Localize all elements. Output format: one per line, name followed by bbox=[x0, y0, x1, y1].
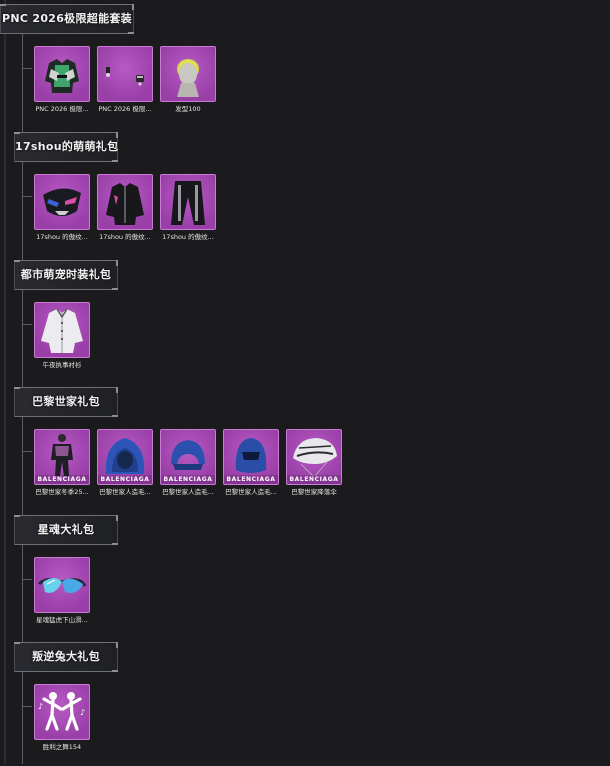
branch-connector bbox=[22, 579, 32, 580]
section-star-soul: 星魂大礼包 星魂猛虎下山滑... bbox=[0, 511, 610, 639]
section-title: 叛逆兔大礼包 bbox=[32, 650, 100, 663]
item[interactable]: BALENCIAGA 巴黎世家人造毛... bbox=[97, 429, 153, 497]
item-label: 巴黎世家人造毛... bbox=[162, 488, 214, 496]
item-label: 17shou 的傲纹... bbox=[162, 233, 214, 241]
item-tile[interactable]: BALENCIAGA bbox=[34, 429, 90, 485]
section-urban-pet: 都市萌宠时装礼包 午夜执事衬衫 bbox=[0, 256, 610, 384]
item-label: 巴黎世家降落伞 bbox=[291, 488, 337, 496]
brand-label: BALENCIAGA bbox=[35, 475, 89, 484]
item[interactable]: 17shou 的傲纹... bbox=[97, 174, 153, 242]
item-label: 午夜执事衬衫 bbox=[42, 361, 82, 369]
section-balenciaga: 巴黎世家礼包 BALENCIAGA 巴黎世家冬季25... BALENCIAGA… bbox=[0, 383, 610, 511]
shirt-icon bbox=[41, 308, 83, 353]
section-header[interactable]: 巴黎世家礼包 bbox=[14, 387, 118, 417]
item-label: 巴黎世家人造毛... bbox=[99, 488, 151, 496]
section-header[interactable]: 都市萌宠时装礼包 bbox=[14, 260, 118, 290]
branch-connector bbox=[22, 196, 32, 197]
item-label: 17shou 的傲纹... bbox=[99, 233, 151, 241]
brand-label: BALENCIAGA bbox=[287, 475, 341, 484]
section-header[interactable]: 17shou的萌萌礼包 bbox=[14, 132, 118, 162]
item-label: 星魂猛虎下山滑... bbox=[36, 616, 88, 624]
section-title: 都市萌宠时装礼包 bbox=[20, 268, 112, 281]
item[interactable]: BALENCIAGA 巴黎世家人造毛... bbox=[160, 429, 216, 497]
item-label: 17shou 的傲纹... bbox=[36, 233, 88, 241]
item[interactable]: 发型100 bbox=[160, 46, 216, 114]
brand-label: BALENCIAGA bbox=[98, 475, 152, 484]
item-tile[interactable] bbox=[160, 46, 216, 102]
item-tile[interactable] bbox=[34, 557, 90, 613]
item-label: PNC 2026 极限... bbox=[35, 105, 89, 113]
item-tile[interactable]: ♪ ♪ bbox=[34, 684, 90, 740]
item-tile[interactable] bbox=[97, 174, 153, 230]
item-label: PNC 2026 极限... bbox=[98, 105, 152, 113]
item[interactable]: BALENCIAGA 巴黎世家冬季25... bbox=[34, 429, 90, 497]
item-tile[interactable] bbox=[34, 302, 90, 358]
item-label: 发型100 bbox=[175, 105, 201, 113]
branch-connector bbox=[22, 324, 32, 325]
section-title: 17shou的萌萌礼包 bbox=[15, 140, 119, 153]
brand-label: BALENCIAGA bbox=[161, 475, 215, 484]
branch-connector bbox=[22, 68, 32, 69]
pants-icon bbox=[171, 181, 205, 225]
section-rebel-bunny: 叛逆兔大礼包 ♪ ♪ 胜利之舞154 bbox=[0, 638, 610, 766]
section-17shou: 17shou的萌萌礼包 17shou 的傲纹... 17shou 的傲纹... … bbox=[0, 128, 610, 256]
hairstyle-icon bbox=[177, 59, 199, 97]
section-header[interactable]: PNC 2026极限超能套装 bbox=[0, 4, 134, 34]
item[interactable]: PNC 2026 极限... bbox=[34, 46, 90, 114]
section-header[interactable]: 叛逆兔大礼包 bbox=[14, 642, 118, 672]
item[interactable]: 午夜执事衬衫 bbox=[34, 302, 90, 370]
item[interactable]: PNC 2026 极限... bbox=[97, 46, 153, 114]
item[interactable]: BALENCIAGA 巴黎世家降落伞 bbox=[286, 429, 342, 497]
item-tile[interactable] bbox=[97, 46, 153, 102]
section-title: 星魂大礼包 bbox=[37, 523, 95, 536]
item-tile[interactable]: BALENCIAGA bbox=[97, 429, 153, 485]
dance-icon: ♪ ♪ bbox=[38, 692, 85, 731]
goggles-icon bbox=[37, 578, 87, 593]
item-tile[interactable]: BALENCIAGA bbox=[286, 429, 342, 485]
item-tile[interactable] bbox=[160, 174, 216, 230]
item-label: 巴黎世家冬季25... bbox=[35, 488, 89, 496]
branch-connector bbox=[22, 706, 32, 707]
mask-icon bbox=[43, 188, 81, 216]
item-label: 胜利之舞154 bbox=[42, 743, 82, 751]
item[interactable]: 星魂猛虎下山滑... bbox=[34, 557, 90, 625]
item[interactable]: 17shou 的傲纹... bbox=[160, 174, 216, 242]
svg-text:♪: ♪ bbox=[80, 708, 85, 717]
item-tile[interactable] bbox=[34, 174, 90, 230]
item[interactable]: ♪ ♪ 胜利之舞154 bbox=[34, 684, 90, 752]
item-label: 巴黎世家人造毛... bbox=[225, 488, 277, 496]
section-header[interactable]: 星魂大礼包 bbox=[14, 515, 118, 545]
jacket-icon bbox=[106, 183, 144, 225]
section-pnc: PNC 2026极限超能套装 PNC 2026 极限... PNC 2026 极… bbox=[0, 0, 610, 128]
section-title: 巴黎世家礼包 bbox=[32, 395, 100, 408]
item[interactable]: 17shou 的傲纹... bbox=[34, 174, 90, 242]
jacket-icon bbox=[45, 59, 79, 93]
branch-connector bbox=[22, 451, 32, 452]
section-title: PNC 2026极限超能套装 bbox=[2, 12, 132, 25]
item-tile[interactable]: BALENCIAGA bbox=[223, 429, 279, 485]
svg-text:♪: ♪ bbox=[38, 702, 43, 711]
earrings-icon bbox=[106, 67, 144, 86]
item[interactable]: BALENCIAGA 巴黎世家人造毛... bbox=[223, 429, 279, 497]
item-tile[interactable] bbox=[34, 46, 90, 102]
brand-label: BALENCIAGA bbox=[224, 475, 278, 484]
item-tile[interactable]: BALENCIAGA bbox=[160, 429, 216, 485]
